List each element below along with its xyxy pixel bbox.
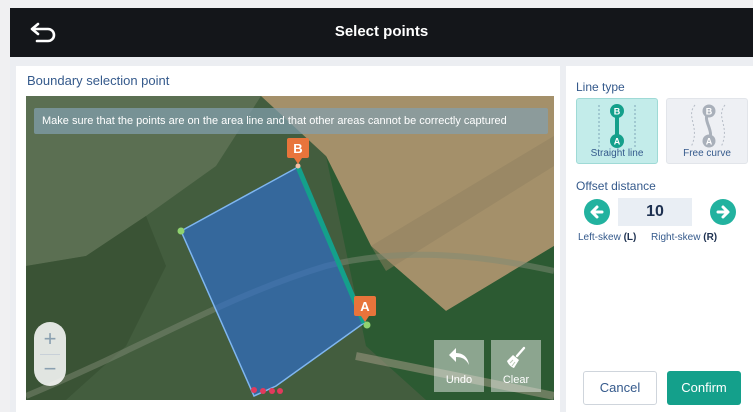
arrow-left-icon [590, 205, 604, 219]
boundary-panel: Boundary selection point B A Make sure t… [16, 66, 560, 412]
left-skew-text: Left-skew [578, 232, 621, 243]
undo-icon [449, 348, 469, 365]
undo-label: Undo [445, 374, 473, 386]
offset-right-button[interactable] [710, 199, 736, 225]
panel-title: Boundary selection point [27, 73, 170, 88]
offset-distance-label: Offset distance [576, 179, 656, 193]
marker-a-icon[interactable]: A [353, 294, 377, 328]
hint-banner: Make sure that the points are on the are… [34, 108, 548, 134]
line-type-label: Line type [576, 80, 625, 94]
zoom-out-button[interactable]: − [34, 354, 66, 384]
line-type-straight[interactable]: B A Straight line [576, 98, 658, 164]
zoom-in-button[interactable]: + [34, 324, 66, 354]
left-skew-label: Left-skew (L) [578, 232, 636, 243]
marker-b-label: B [293, 141, 302, 156]
marker-a-label: A [360, 299, 370, 314]
svg-text:B: B [706, 107, 713, 117]
satellite-map[interactable]: B A Make sure that the points are on the… [26, 96, 554, 400]
right-skew-label: Right-skew (R) [651, 232, 717, 243]
cancel-button[interactable]: Cancel [583, 371, 657, 405]
undo-button[interactable]: Undo [434, 340, 484, 392]
free-curve-icon: B A [690, 104, 726, 148]
marker-b-icon[interactable]: B [286, 136, 310, 170]
settings-panel: Line type B A Straight line B A Free cur… [566, 66, 753, 412]
left-skew-key: (L) [623, 232, 637, 243]
arrow-right-icon [716, 205, 730, 219]
svg-text:B: B [614, 107, 621, 117]
broom-icon [507, 346, 526, 368]
zoom-control: + − [34, 322, 66, 386]
straight-line-icon: B A [598, 104, 636, 149]
line-type-free[interactable]: B A Free curve [666, 98, 748, 164]
svg-text:A: A [614, 137, 621, 147]
right-skew-text: Right-skew [651, 232, 701, 243]
offset-value-field[interactable]: 10 [618, 198, 692, 226]
svg-text:A: A [706, 137, 713, 147]
clear-button[interactable]: Clear [491, 340, 541, 392]
app-screen: Select points Boundary selection point B… [10, 8, 753, 412]
confirm-button[interactable]: Confirm [667, 371, 741, 405]
free-curve-label: Free curve [683, 148, 731, 159]
clear-label: Clear [502, 374, 530, 386]
offset-left-button[interactable] [584, 199, 610, 225]
page-title: Select points [334, 23, 429, 40]
right-skew-key: (R) [703, 232, 718, 243]
top-bar: Select points [10, 8, 753, 57]
straight-line-label: Straight line [590, 148, 644, 159]
